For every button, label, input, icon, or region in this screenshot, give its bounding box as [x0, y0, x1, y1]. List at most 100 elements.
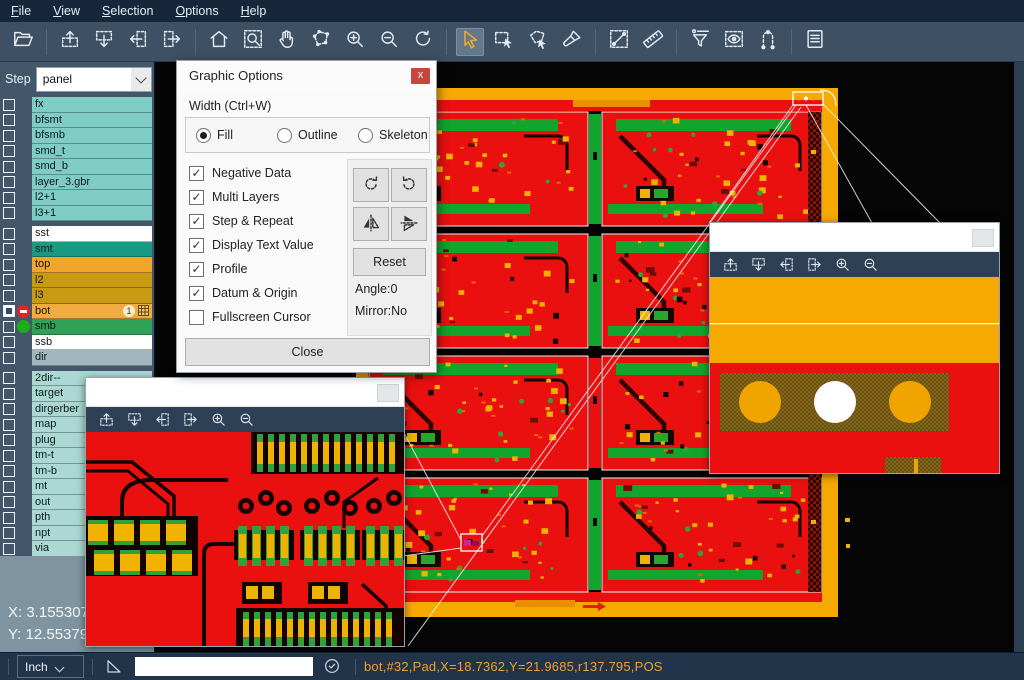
layer-visibility-checkbox[interactable]	[3, 192, 15, 204]
snap-corner-icon[interactable]	[105, 657, 125, 677]
move-left-button[interactable]	[776, 255, 796, 275]
checkbox-profile[interactable]: Profile	[189, 257, 314, 281]
layer-visibility-checkbox[interactable]	[3, 99, 15, 111]
layer-label[interactable]: smt	[32, 242, 152, 258]
layer-visibility-checkbox[interactable]	[3, 290, 15, 302]
layer-visibility-checkbox[interactable]	[3, 372, 15, 384]
move-left-button[interactable]	[124, 28, 152, 56]
layer-layer_3.gbr[interactable]: layer_3.gbr	[0, 175, 154, 191]
zoom-out-button[interactable]	[375, 28, 403, 56]
layer-smb[interactable]: smb	[0, 319, 154, 335]
layer-bfsmt[interactable]: bfsmt	[0, 113, 154, 129]
layer-ssb[interactable]: ssb	[0, 335, 154, 351]
zoom-out-button[interactable]	[860, 255, 880, 275]
magnifier-menu-button[interactable]	[972, 229, 994, 247]
move-left-button[interactable]	[152, 410, 172, 430]
checkbox-step-repeat[interactable]: Step & Repeat	[189, 209, 314, 233]
layer-top[interactable]: top	[0, 257, 154, 273]
rotate-cw-button[interactable]	[353, 168, 389, 202]
magnifier-content-pads[interactable]	[710, 277, 999, 473]
layer-visibility-checkbox[interactable]	[3, 336, 15, 348]
layer-visibility-checkbox[interactable]	[3, 228, 15, 240]
menu-options[interactable]: Options	[164, 0, 229, 22]
apply-icon[interactable]	[323, 657, 343, 677]
zoom-previous-button[interactable]	[409, 28, 437, 56]
magnifier-content-pcb[interactable]	[86, 432, 404, 646]
layer-visibility-checkbox[interactable]	[3, 259, 15, 271]
layer-visibility-checkbox[interactable]	[3, 274, 15, 286]
layer-visibility-checkbox[interactable]	[3, 161, 15, 173]
layer-visibility-checkbox[interactable]	[3, 403, 15, 415]
unit-select[interactable]: Inch	[17, 655, 84, 678]
flip-vertical-button[interactable]	[391, 207, 427, 241]
layer-label[interactable]: bfsmb	[32, 128, 152, 144]
layer-label[interactable]: bot1	[32, 304, 152, 320]
radio-outline[interactable]: Outline	[277, 128, 348, 143]
zoom-polygon-button[interactable]	[307, 28, 335, 56]
clean-brush-button[interactable]	[558, 28, 586, 56]
layer-l2[interactable]: l2	[0, 273, 154, 289]
checkbox-multi-layers[interactable]: Multi Layers	[189, 185, 314, 209]
layer-label[interactable]: dir	[32, 350, 152, 366]
flip-horizontal-button[interactable]	[353, 207, 389, 241]
filter-button[interactable]	[686, 28, 714, 56]
layer-dir[interactable]: dir	[0, 350, 154, 366]
close-icon[interactable]: x	[411, 68, 430, 84]
layer-label[interactable]: l2	[32, 273, 152, 289]
layer-visibility-checkbox[interactable]	[3, 207, 15, 219]
menu-view[interactable]: View	[42, 0, 91, 22]
layer-visibility-checkbox[interactable]	[3, 496, 15, 508]
layer-label[interactable]: bfsmt	[32, 113, 152, 129]
zoom-in-button[interactable]	[208, 410, 228, 430]
home-view-button[interactable]	[205, 28, 233, 56]
select-rect-button[interactable]	[490, 28, 518, 56]
magnifier-window-bottom-left[interactable]	[85, 377, 405, 647]
layer-visibility-checkbox[interactable]	[3, 352, 15, 364]
active-layer-icon[interactable]	[17, 305, 30, 318]
layer-visibility-checkbox[interactable]	[3, 321, 15, 333]
layer-label[interactable]: fx	[32, 97, 152, 113]
layer-sst[interactable]: sst	[0, 226, 154, 242]
zoom-out-button[interactable]	[236, 410, 256, 430]
layer-visibility-checkbox[interactable]	[3, 305, 15, 317]
layer-visibility-checkbox[interactable]	[3, 527, 15, 539]
reference-layer-icon[interactable]	[17, 320, 30, 333]
layer-visibility-checkbox[interactable]	[3, 388, 15, 400]
layer-visibility-checkbox[interactable]	[3, 450, 15, 462]
radio-skeleton[interactable]: Skeleton	[358, 128, 429, 143]
layer-label[interactable]: layer_3.gbr	[32, 175, 152, 191]
move-up-button[interactable]	[720, 255, 740, 275]
layer-label[interactable]: sst	[32, 226, 152, 242]
right-scroll-strip[interactable]	[1014, 62, 1024, 652]
ruler-button[interactable]	[639, 28, 667, 56]
magnifier-window-top-right[interactable]	[709, 222, 1000, 474]
zoom-in-button[interactable]	[832, 255, 852, 275]
layer-visibility-checkbox[interactable]	[3, 243, 15, 255]
layer-smd_b[interactable]: smd_b	[0, 159, 154, 175]
chevron-down-icon[interactable]	[131, 68, 151, 91]
layer-label[interactable]: l3	[32, 288, 152, 304]
layer-visibility-checkbox[interactable]	[3, 434, 15, 446]
checkbox-datum-origin[interactable]: Datum & Origin	[189, 281, 314, 305]
select-cursor-button[interactable]	[456, 28, 484, 56]
layer-label[interactable]: ssb	[32, 335, 152, 351]
trace-route-button[interactable]	[754, 28, 782, 56]
magnifier-titlebar[interactable]	[86, 378, 404, 407]
command-input[interactable]	[135, 657, 313, 676]
zoom-window-button[interactable]	[239, 28, 267, 56]
layer-bot[interactable]: bot1	[0, 304, 154, 320]
menu-selection[interactable]: Selection	[91, 0, 164, 22]
layer-label[interactable]: l3+1	[32, 206, 152, 222]
open-folder-button[interactable]	[9, 28, 37, 56]
zoom-in-button[interactable]	[341, 28, 369, 56]
layer-visibility-checkbox[interactable]	[3, 114, 15, 126]
pan-hand-button[interactable]	[273, 28, 301, 56]
checkbox-display-text-value[interactable]: Display Text Value	[189, 233, 314, 257]
layer-visibility-checkbox[interactable]	[3, 145, 15, 157]
layer-l3+1[interactable]: l3+1	[0, 206, 154, 222]
close-button[interactable]: Close	[185, 338, 430, 366]
checkbox-fullscreen-cursor[interactable]: Fullscreen Cursor	[189, 305, 314, 329]
select-polygon-button[interactable]	[524, 28, 552, 56]
move-up-button[interactable]	[56, 28, 84, 56]
move-down-button[interactable]	[124, 410, 144, 430]
